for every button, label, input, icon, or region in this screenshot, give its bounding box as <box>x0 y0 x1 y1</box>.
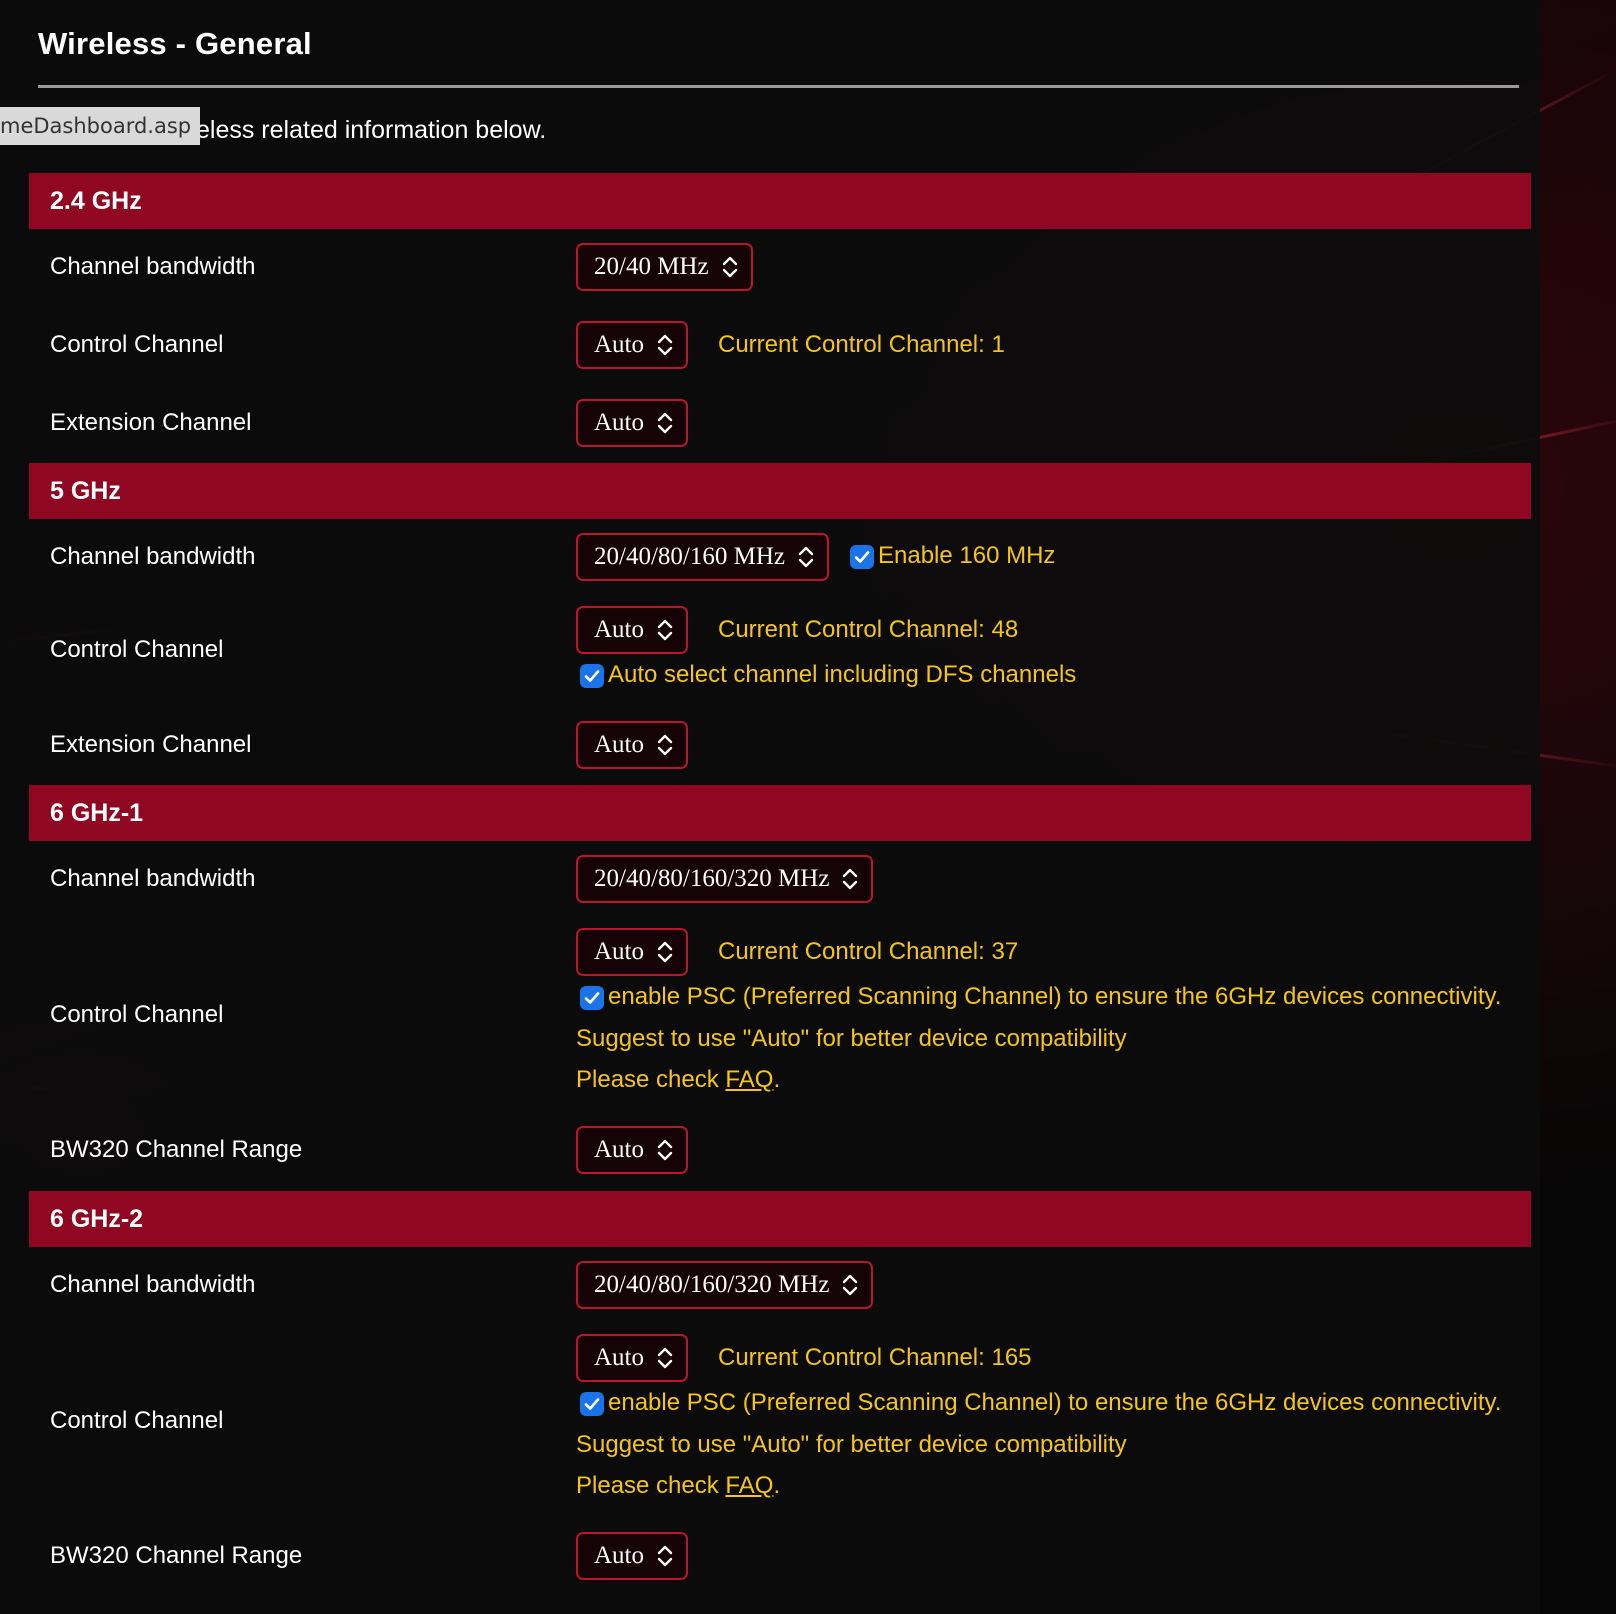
up-down-chevron-icon <box>657 1347 673 1369</box>
faq-note-prefix: Please check <box>576 1472 726 1499</box>
channel-bandwidth-label: Channel bandwidth <box>50 253 256 280</box>
up-down-chevron-icon <box>798 546 814 568</box>
up-down-chevron-icon <box>843 1274 858 1296</box>
up-down-chevron-icon <box>722 256 737 278</box>
extension-channel-select-2-4ghz[interactable]: Auto <box>576 399 688 447</box>
channel-bandwidth-label: Channel bandwidth <box>50 543 256 570</box>
channel-bandwidth-select-2-4ghz[interactable]: 20/40 MHz <box>576 243 753 291</box>
select-value: Auto <box>594 1136 644 1163</box>
dfs-auto-select-label[interactable]: Auto select channel including DFS channe… <box>608 661 1076 689</box>
select-value: Auto <box>594 938 644 965</box>
control-channel-select-6ghz-1[interactable]: Auto <box>576 928 688 976</box>
up-down-chevron-icon <box>657 734 673 756</box>
up-down-chevron-icon <box>657 941 673 963</box>
faq-note-suffix: . <box>773 1472 781 1499</box>
checkmark-icon <box>584 670 600 682</box>
section-header-5ghz: 5 GHz <box>29 463 1531 519</box>
faq-note-prefix: Please check <box>576 1066 726 1093</box>
select-value: Auto <box>594 409 644 436</box>
extension-channel-select-5ghz[interactable]: Auto <box>576 721 688 769</box>
enable-160mhz-label[interactable]: Enable 160 MHz <box>878 542 1055 570</box>
bw320-channel-range-label: BW320 Channel Range <box>50 1136 303 1163</box>
psc-enable-label-6ghz-1[interactable]: enable PSC (Preferred Scanning Channel) … <box>608 983 1501 1011</box>
psc-enable-label-6ghz-2[interactable]: enable PSC (Preferred Scanning Channel) … <box>608 1389 1501 1417</box>
bw320-channel-range-select-6ghz-1[interactable]: Auto <box>576 1126 688 1174</box>
up-down-chevron-icon <box>657 1545 673 1567</box>
select-value: Auto <box>594 616 644 643</box>
select-value: 20/40/80/160/320 MHz <box>594 865 830 892</box>
bw320-channel-range-label: BW320 Channel Range <box>50 1542 303 1569</box>
faq-note-suffix: . <box>773 1066 781 1093</box>
section-header-6ghz-1: 6 GHz-1 <box>29 785 1531 841</box>
up-down-chevron-icon <box>657 1139 673 1161</box>
faq-link[interactable]: FAQ <box>725 1472 773 1499</box>
select-value: Auto <box>594 731 644 758</box>
psc-enable-checkbox-6ghz-1[interactable] <box>580 986 604 1010</box>
control-channel-label: Control Channel <box>50 1407 224 1434</box>
up-down-chevron-icon <box>657 334 673 356</box>
section-header-6ghz-2: 6 GHz-2 <box>29 1191 1531 1247</box>
channel-bandwidth-label: Channel bandwidth <box>50 865 256 892</box>
page-title: Wireless - General <box>38 26 312 61</box>
current-control-channel-5ghz: Current Control Channel: 48 <box>718 616 1019 643</box>
intro-text: eless related information below. <box>196 116 547 144</box>
control-channel-select-5ghz[interactable]: Auto <box>576 606 688 654</box>
extension-channel-label: Extension Channel <box>50 409 252 436</box>
current-control-channel-2-4ghz: Current Control Channel: 1 <box>718 331 1005 358</box>
control-channel-label: Control Channel <box>50 1001 224 1028</box>
select-value: 20/40/80/160/320 MHz <box>594 1271 830 1298</box>
current-control-channel-6ghz-1: Current Control Channel: 37 <box>718 938 1019 965</box>
wireless-general-panel: Wireless - General eless related informa… <box>0 0 1540 1614</box>
dfs-auto-select-checkbox[interactable] <box>580 664 604 688</box>
suggest-auto-note-6ghz-2: Suggest to use "Auto" for better device … <box>576 1431 1127 1458</box>
control-channel-label: Control Channel <box>50 636 224 663</box>
control-channel-label: Control Channel <box>50 331 224 358</box>
up-down-chevron-icon <box>843 868 858 890</box>
channel-bandwidth-label: Channel bandwidth <box>50 1271 256 1298</box>
select-value: Auto <box>594 331 644 358</box>
select-value: 20/40 MHz <box>594 253 709 280</box>
channel-bandwidth-select-6ghz-1[interactable]: 20/40/80/160/320 MHz <box>576 855 874 903</box>
url-status-tooltip: meDashboard.asp <box>0 107 200 145</box>
suggest-auto-note-6ghz-1: Suggest to use "Auto" for better device … <box>576 1025 1127 1052</box>
up-down-chevron-icon <box>657 619 673 641</box>
checkmark-icon <box>854 551 870 563</box>
control-channel-select-2-4ghz[interactable]: Auto <box>576 321 688 369</box>
title-divider <box>38 85 1519 88</box>
extension-channel-label: Extension Channel <box>50 731 252 758</box>
control-channel-select-6ghz-2[interactable]: Auto <box>576 1334 688 1382</box>
psc-enable-checkbox-6ghz-2[interactable] <box>580 1392 604 1416</box>
channel-bandwidth-select-5ghz[interactable]: 20/40/80/160 MHz <box>576 533 829 581</box>
select-value: 20/40/80/160 MHz <box>594 543 785 570</box>
section-header-2-4ghz: 2.4 GHz <box>29 173 1531 229</box>
checkmark-icon <box>584 1398 600 1410</box>
enable-160mhz-checkbox[interactable] <box>850 545 874 569</box>
faq-link[interactable]: FAQ <box>725 1066 773 1093</box>
current-control-channel-6ghz-2: Current Control Channel: 165 <box>718 1344 1032 1371</box>
faq-note-6ghz-2: Please check FAQ. <box>576 1472 780 1500</box>
bw320-channel-range-select-6ghz-2[interactable]: Auto <box>576 1532 688 1580</box>
select-value: Auto <box>594 1344 644 1371</box>
select-value: Auto <box>594 1542 644 1569</box>
checkmark-icon <box>584 992 600 1004</box>
faq-note-6ghz-1: Please check FAQ. <box>576 1066 780 1094</box>
channel-bandwidth-select-6ghz-2[interactable]: 20/40/80/160/320 MHz <box>576 1261 874 1309</box>
up-down-chevron-icon <box>657 412 673 434</box>
